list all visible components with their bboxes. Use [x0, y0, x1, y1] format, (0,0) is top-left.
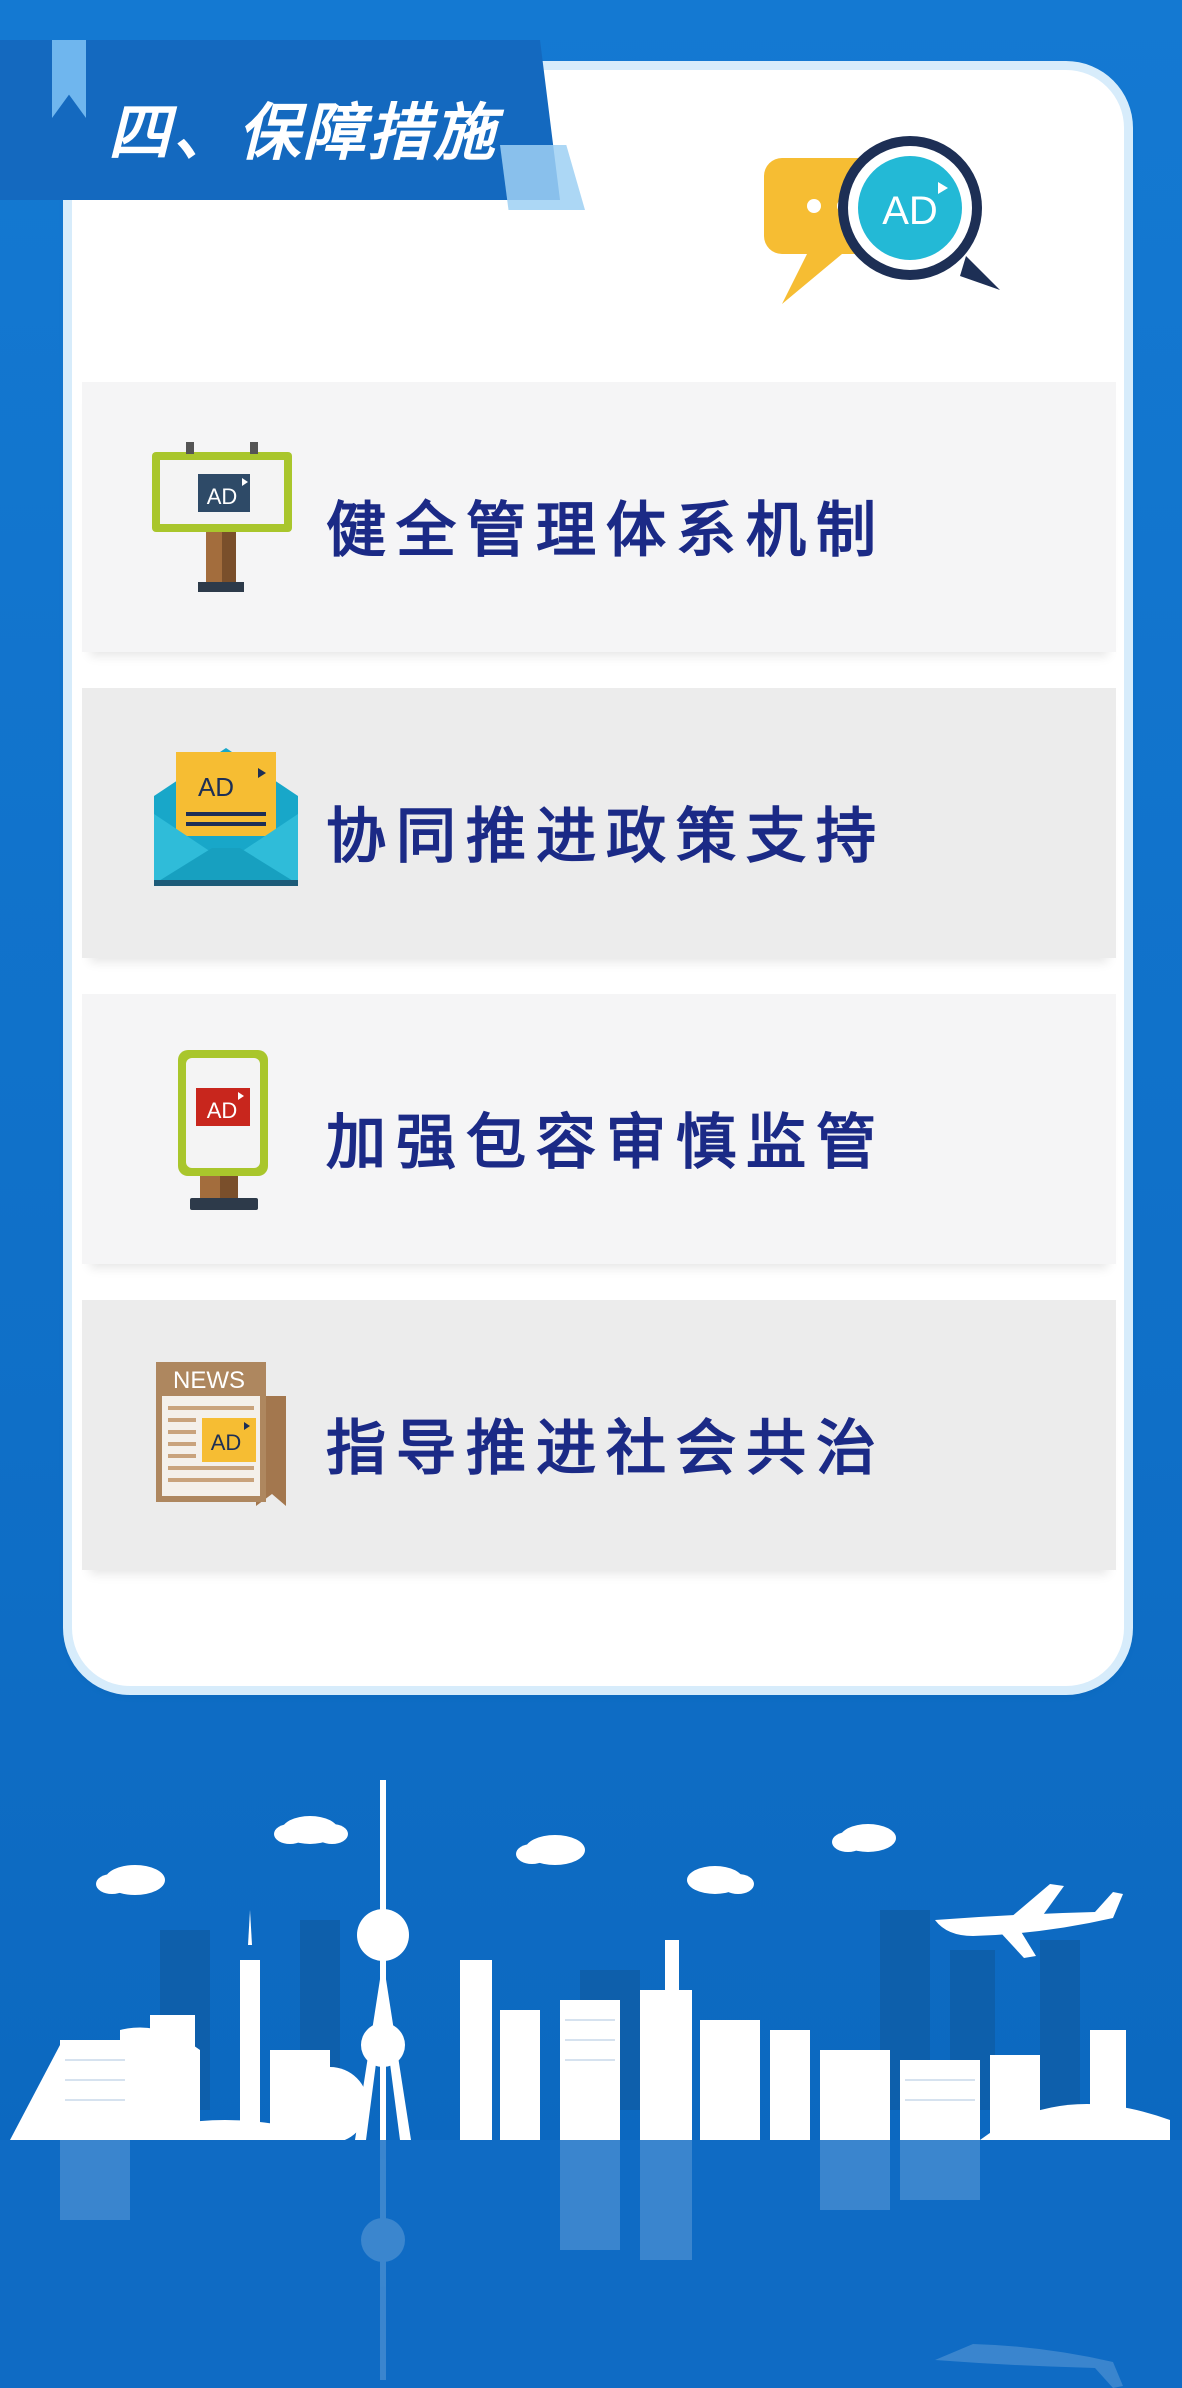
newspaper-icon-text: AD	[211, 1430, 242, 1455]
envelope-icon-text: AD	[198, 772, 234, 802]
section-label: 协同推进政策支持	[326, 802, 886, 872]
ad-lightbox-icon: AD	[178, 1050, 268, 1210]
lightbox-icon-text: AD	[207, 1098, 238, 1123]
section-policy-support: AD 协同推进政策支持	[82, 688, 1116, 958]
ad-billboard-icon: AD	[152, 442, 292, 592]
cloud-group	[96, 1816, 896, 1895]
billboard-icon-text: AD	[207, 484, 238, 509]
section-label: 加强包容审慎监管	[326, 1108, 886, 1178]
airplane-icon	[935, 1884, 1123, 1958]
header-icon-text: AD	[882, 189, 938, 233]
section-prudent-supervision: AD 加强包容审慎监管	[82, 994, 1116, 1264]
newspaper-title: NEWS	[173, 1367, 245, 1394]
section-label: 指导推进社会共治	[326, 1414, 886, 1484]
section-social-governance: NEWS AD 指导推进社会共治	[82, 1300, 1116, 1570]
page-title: 四、保障措施	[108, 96, 499, 169]
city-skyline-illustration	[0, 1780, 1182, 2388]
section-label: 健全管理体系机制	[326, 496, 886, 566]
section-management-system: AD 健全管理体系机制	[82, 382, 1116, 652]
ad-newspaper-icon: NEWS AD	[156, 1362, 286, 1506]
ad-envelope-icon: AD	[154, 748, 298, 886]
ad-chat-bubble-icon: AD	[764, 136, 1000, 304]
